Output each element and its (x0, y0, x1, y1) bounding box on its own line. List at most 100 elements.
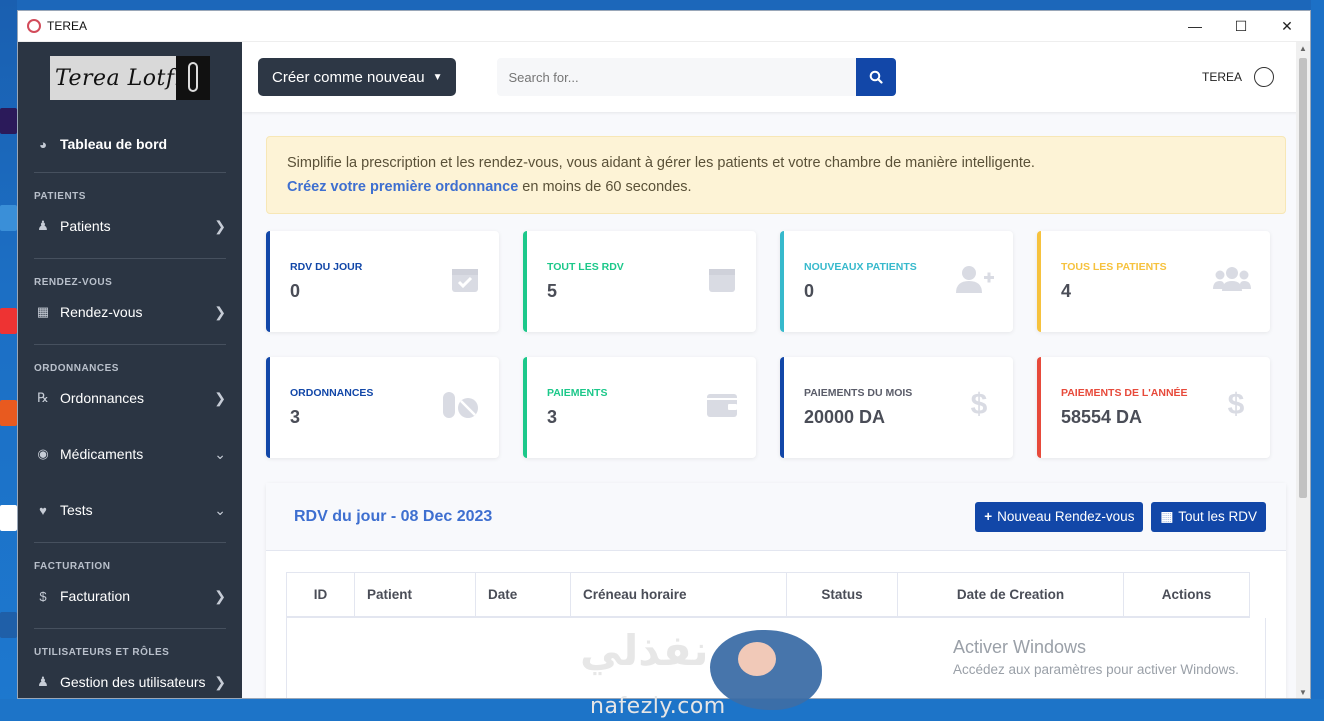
stats-cards: RDV DU JOUR 0 TOUT LES RDV 5 NOUVEAUX PA… (266, 231, 1286, 458)
sidebar-item-label: Ordonnances (60, 390, 145, 406)
column-header-status[interactable]: Status (786, 572, 898, 618)
alert-line-1: Simplifie la prescription et les rendez-… (287, 155, 1035, 171)
calendar-check-icon (452, 269, 478, 292)
desktop-app-icon[interactable] (0, 400, 17, 426)
logo-text: Terea Lotfi (55, 65, 183, 91)
sidebar-item-label: Tests (60, 502, 93, 518)
all-appointments-label: Tout les RDV (1178, 509, 1257, 524)
chevron-down-icon: ⌄ (214, 445, 226, 462)
desktop-app-icon[interactable] (0, 505, 17, 531)
windows-activation-watermark: Activer Windows Accédez aux paramètres p… (953, 637, 1239, 677)
column-header-patient[interactable]: Patient (354, 572, 476, 618)
new-appointment-label: Nouveau Rendez-vous (997, 509, 1135, 524)
app-icon (27, 19, 41, 33)
desktop-app-icon[interactable] (0, 612, 17, 638)
chevron-down-icon: ⌄ (214, 501, 226, 518)
dollar-icon: $ (970, 388, 988, 421)
appointments-table: ID Patient Date Créneau horaire Status D… (286, 572, 1250, 618)
new-appointment-button[interactable]: + Nouveau Rendez-vous (975, 501, 1144, 532)
users-icon (1213, 267, 1251, 291)
card-rdv-du-jour[interactable]: RDV DU JOUR 0 (266, 231, 499, 332)
search-button[interactable] (856, 58, 897, 96)
sidebar-item-label: Tableau de bord (60, 136, 168, 152)
sidebar-item-tests[interactable]: ♥ Tests ⌄ (18, 492, 242, 528)
panel-title: RDV du jour - 08 Dec 2023 (294, 507, 493, 525)
chevron-right-icon: ❯ (214, 389, 226, 406)
sidebar-item-patients[interactable]: ♟ Patients ❯ (18, 208, 242, 244)
panel-header: RDV du jour - 08 Dec 2023 + Nouveau Rend… (266, 483, 1286, 551)
column-header-date-creation[interactable]: Date de Creation (897, 572, 1124, 618)
sidebar-item-label: Rendez-vous (60, 304, 143, 320)
user-icon: ♟ (37, 218, 49, 233)
vertical-scrollbar[interactable]: ▲ ▼ (1296, 42, 1310, 698)
nafezly-logo-overlay: نفذلي nafezly.com (570, 622, 822, 721)
chevron-right-icon: ❯ (214, 303, 226, 320)
logo[interactable]: Terea Lotfi (50, 56, 210, 100)
chevron-right-icon: ❯ (214, 217, 226, 234)
minimize-button[interactable]: — (1172, 11, 1218, 42)
user-avatar-icon (1254, 67, 1274, 87)
first-prescription-link[interactable]: Créez votre première ordonnance (287, 179, 518, 195)
search-input[interactable] (497, 58, 857, 96)
user-name: TEREA (1201, 70, 1242, 84)
sidebar: Terea Lotfi ◕ Tableau de bord PATIENTS ♟… (18, 42, 242, 698)
card-tout-les-rdv[interactable]: TOUT LES RDV 5 (523, 231, 756, 332)
all-appointments-button[interactable]: ▦ Tout les RDV (1151, 501, 1266, 532)
card-ordonnances[interactable]: ORDONNANCES 3 (266, 357, 499, 458)
sidebar-item-ordonnances[interactable]: ℞ Ordonnances ❯ (18, 380, 242, 416)
card-paiements-annee[interactable]: PAIEMENTS DE L'ANNÉE 58554 DA $ (1037, 357, 1270, 458)
desktop-left-edge (0, 0, 17, 721)
card-nouveaux-patients[interactable]: NOUVEAUX PATIENTS 0 (780, 231, 1013, 332)
mascot-face (738, 642, 776, 676)
scroll-up-arrow[interactable]: ▲ (1296, 44, 1310, 53)
desktop-app-icon[interactable] (0, 205, 17, 231)
plus-icon: + (984, 509, 993, 524)
create-new-dropdown[interactable]: Créer comme nouveau ▼ (258, 58, 457, 96)
search-icon (870, 70, 884, 84)
pills-icon: ◉ (37, 446, 49, 461)
section-title-facturation: FACTURATION (34, 561, 111, 572)
sidebar-item-rendez-vous[interactable]: ▦ Rendez-vous ❯ (18, 294, 242, 330)
column-header-id[interactable]: ID (286, 572, 355, 618)
main-content: Créer comme nouveau ▼ TEREA (242, 42, 1310, 698)
close-button[interactable]: ✕ (1264, 11, 1310, 42)
section-title-patients: PATIENTS (34, 191, 86, 202)
search-group (497, 58, 897, 96)
info-alert: Simplifie la prescription et les rendez-… (266, 136, 1286, 214)
section-title-utilisateurs: UTILISATEURS ET RÔLES (34, 647, 170, 658)
sidebar-item-facturation[interactable]: $ Facturation ❯ (18, 578, 242, 614)
calendar-icon: ▦ (36, 304, 50, 319)
sidebar-item-label: Patients (60, 218, 111, 234)
card-paiements[interactable]: PAIEMENTS 3 (523, 357, 756, 458)
sidebar-item-medicaments[interactable]: ◉ Médicaments ⌄ (18, 436, 242, 472)
card-tous-les-patients[interactable]: TOUS LES PATIENTS 4 (1037, 231, 1270, 332)
pills-icon (443, 392, 478, 418)
sidebar-item-dashboard[interactable]: ◕ Tableau de bord (18, 116, 242, 172)
scroll-down-arrow[interactable]: ▼ (1296, 688, 1310, 697)
calendar-icon (709, 269, 735, 292)
watermark-title: Activer Windows (953, 637, 1087, 657)
sidebar-item-label: Médicaments (60, 446, 144, 462)
desktop-app-icon[interactable] (0, 308, 17, 334)
caret-down-icon: ▼ (432, 71, 443, 83)
prescription-icon: ℞ (37, 390, 49, 405)
top-bar: Créer comme nouveau ▼ TEREA (242, 42, 1310, 112)
dollar-icon: $ (39, 588, 47, 604)
desktop-right-edge (1311, 0, 1324, 721)
column-header-creneau[interactable]: Créneau horaire (570, 572, 787, 618)
logo-arabic-text: نفذلي (580, 626, 709, 675)
title-bar: TEREA — ☐ ✕ (18, 11, 1310, 42)
maximize-button[interactable]: ☐ (1218, 11, 1264, 42)
desktop-app-icon[interactable] (0, 108, 17, 134)
user-plus-icon (956, 266, 994, 293)
calendar-icon: ▦ (1160, 508, 1174, 524)
desktop-top-edge (0, 0, 1324, 10)
sidebar-item-gestion-utilisateurs[interactable]: ♟ Gestion des utilisateurs ❯ (18, 664, 242, 698)
column-header-date[interactable]: Date (475, 572, 571, 618)
alert-line-2: en moins de 60 secondes. (518, 179, 692, 195)
sidebar-item-label: Gestion des utilisateurs (60, 674, 206, 690)
card-paiements-du-mois[interactable]: PAIEMENTS DU MOIS 20000 DA $ (780, 357, 1013, 458)
column-header-actions[interactable]: Actions (1123, 572, 1250, 618)
scroll-thumb[interactable] (1299, 58, 1307, 498)
user-menu[interactable]: TEREA (1202, 67, 1274, 87)
